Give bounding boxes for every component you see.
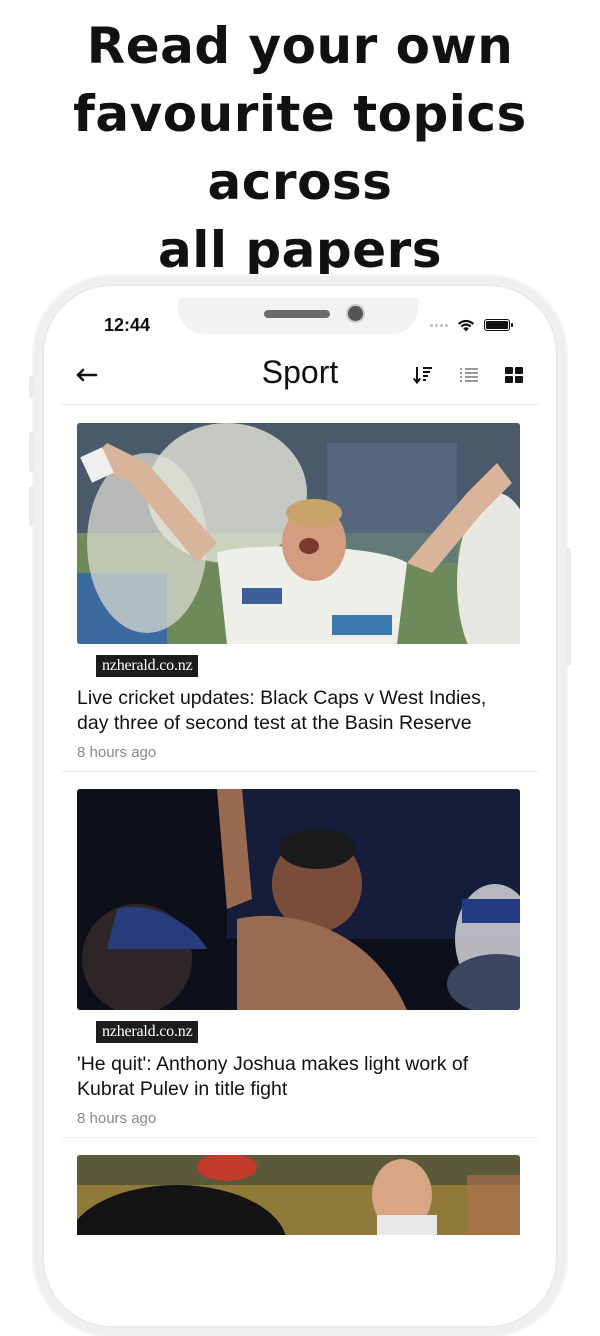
sort-icon[interactable] [412,364,434,386]
source-badge: nzherald.co.nz [96,1021,199,1043]
article-image[interactable] [77,423,520,644]
article-feed[interactable]: nzherald.co.nz Live cricket updates: Bla… [62,406,538,1258]
phone-power-button [566,548,571,666]
article-card[interactable]: nzherald.co.nz Live cricket updates: Bla… [62,406,538,772]
article-image[interactable] [77,1155,520,1235]
speaker-grille [264,310,330,318]
phone-screen: 12:44 Sport nzherald.co.nz Live cricket … [62,298,538,1299]
list-view-icon[interactable] [458,364,480,386]
article-card[interactable] [62,1138,538,1258]
article-title[interactable]: 'He quit': Anthony Joshua makes light wo… [77,1052,517,1102]
signal-icon [430,323,448,327]
status-icons [430,318,513,332]
article-card[interactable]: nzherald.co.nz 'He quit': Anthony Joshua… [62,772,538,1138]
phone-side-button [29,376,34,398]
wifi-icon [458,319,474,332]
article-time: 8 hours ago [77,744,157,761]
battery-icon [484,319,513,331]
source-badge: nzherald.co.nz [96,655,199,677]
promo-line-2: favourite topics across [73,85,527,211]
article-image[interactable] [77,789,520,1010]
article-title[interactable]: Live cricket updates: Black Caps v West … [77,686,517,736]
app-bar: Sport [62,348,538,405]
phone-volume-down-button [29,486,34,526]
status-time: 12:44 [104,315,151,335]
promo-line-3: all papers [157,221,443,279]
front-camera [348,306,363,321]
promo-headline: Read your own favourite topics across al… [0,12,600,284]
grid-view-icon[interactable] [503,364,525,386]
notch [178,298,418,334]
article-time: 8 hours ago [77,1110,157,1127]
promo-line-1: Read your own [86,17,514,75]
phone-volume-up-button [29,432,34,472]
